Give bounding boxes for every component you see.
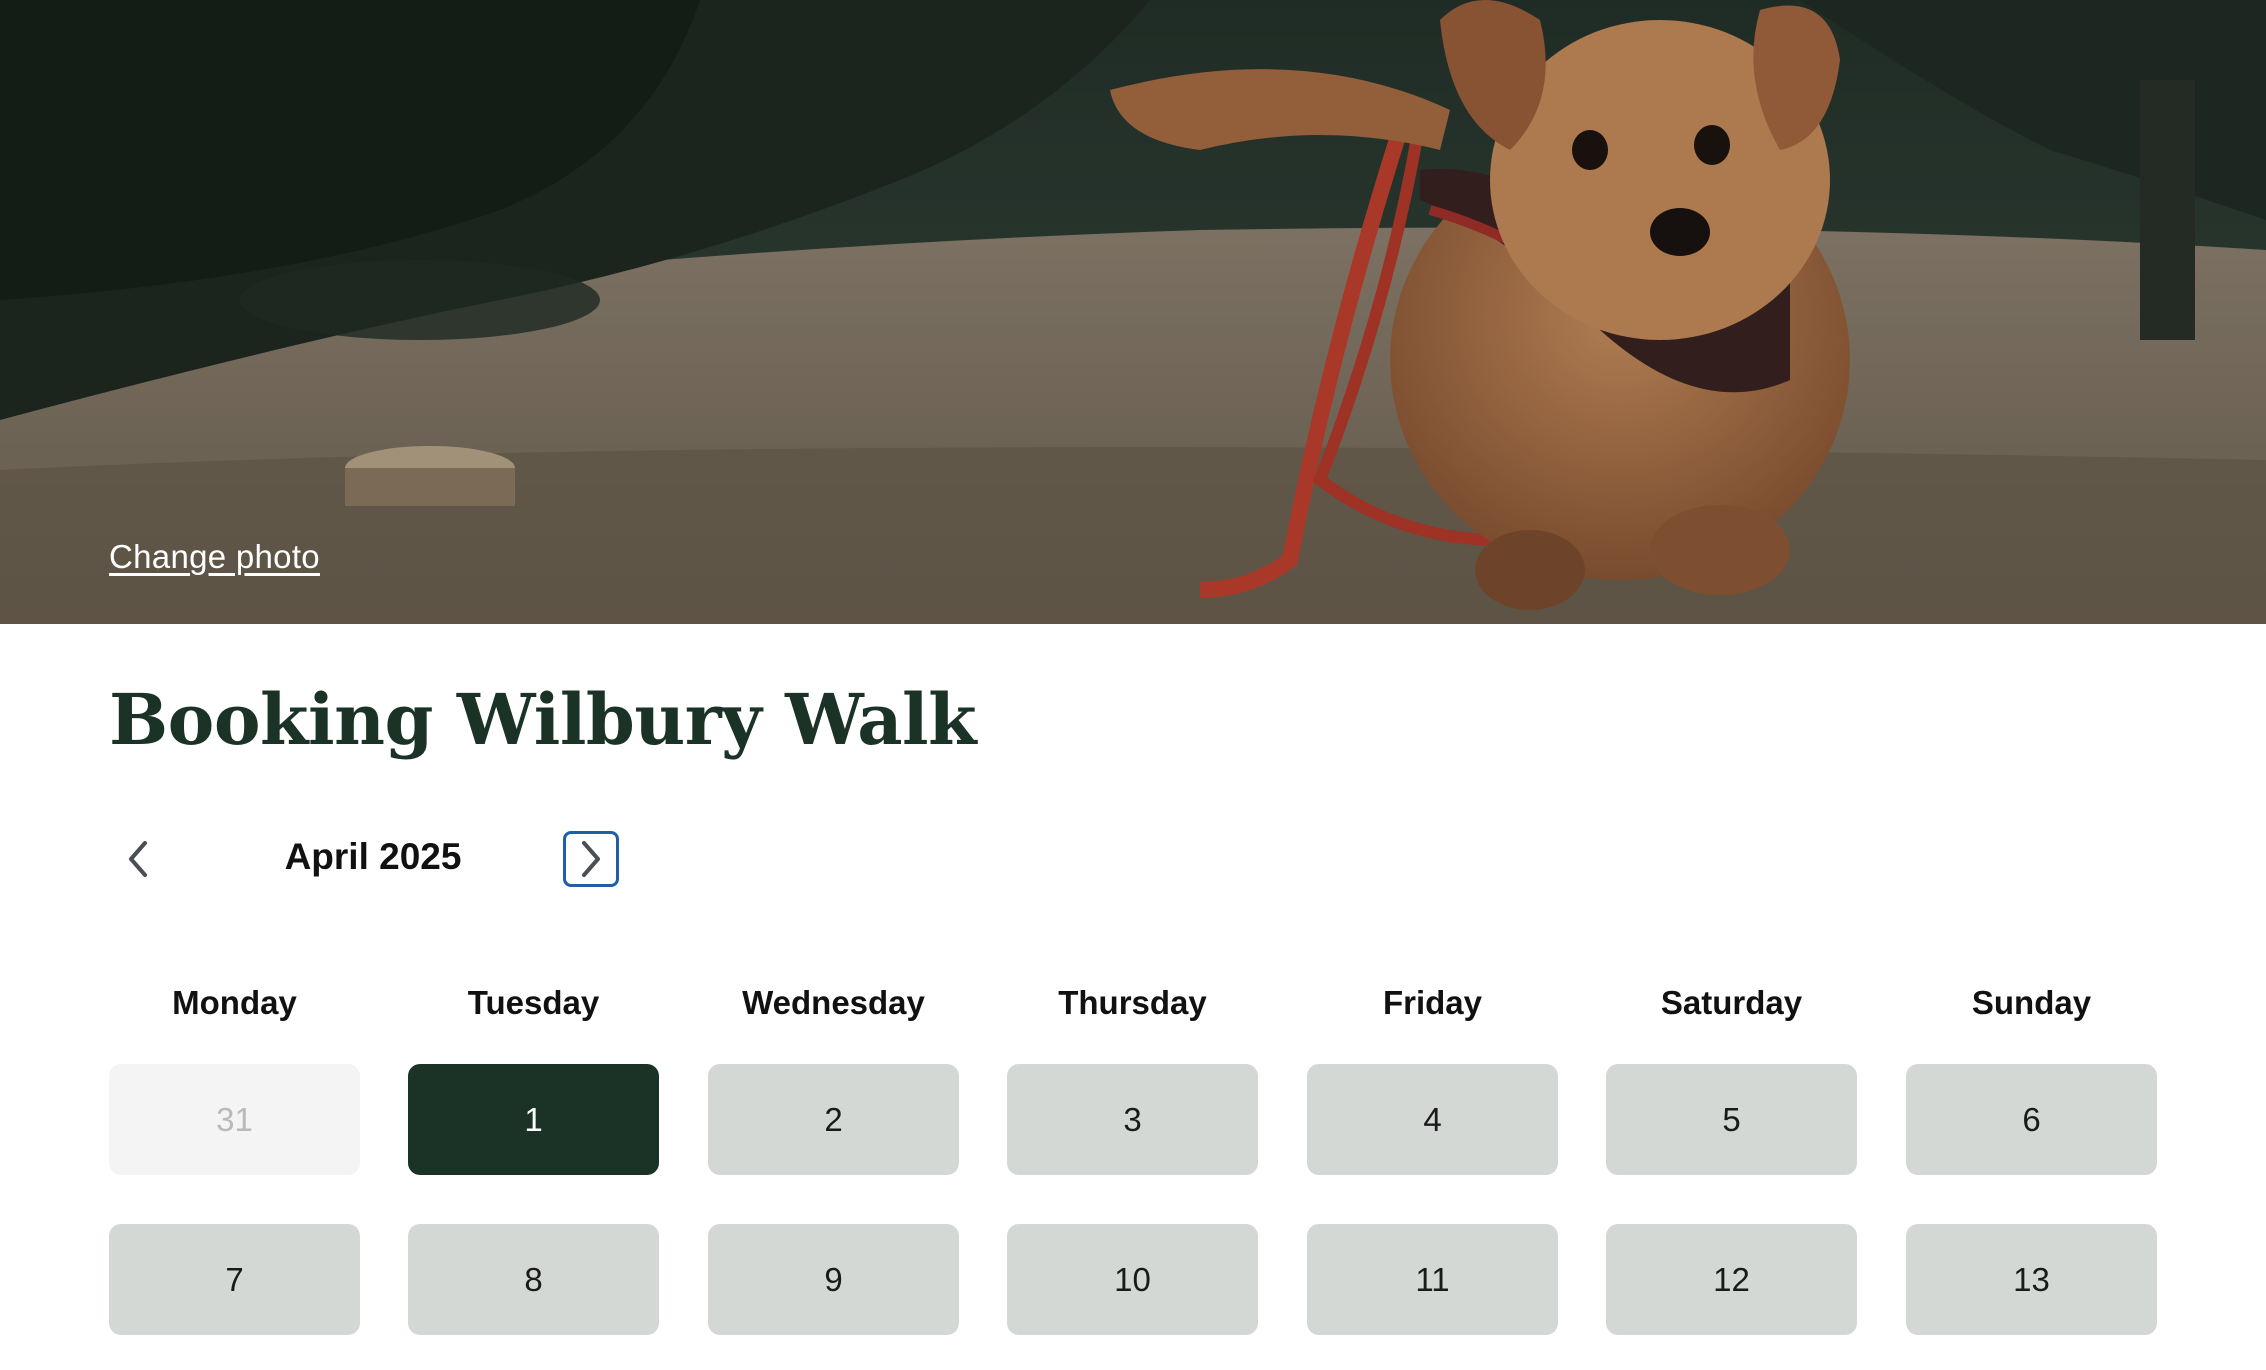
weekday-header-monday: Monday bbox=[172, 984, 297, 1021]
calendar-day[interactable]: 3 bbox=[1007, 1064, 1258, 1175]
calendar-day[interactable]: 5 bbox=[1606, 1064, 1857, 1175]
calendar-day[interactable]: 12 bbox=[1606, 1224, 1857, 1335]
calendar-day-selected[interactable]: 1 bbox=[408, 1064, 659, 1175]
next-month-button[interactable] bbox=[563, 831, 619, 887]
change-photo-link[interactable]: Change photo bbox=[109, 538, 320, 576]
calendar-day[interactable]: 13 bbox=[1906, 1224, 2157, 1335]
page-title: Booking Wilbury Walk bbox=[109, 678, 977, 761]
weekday-header-wednesday: Wednesday bbox=[742, 984, 925, 1021]
previous-month-button[interactable] bbox=[112, 832, 164, 886]
month-label: April 2025 bbox=[284, 836, 462, 877]
calendar-day[interactable]: 4 bbox=[1307, 1064, 1558, 1175]
calendar-day[interactable]: 2 bbox=[708, 1064, 959, 1175]
calendar-day[interactable]: 11 bbox=[1307, 1224, 1558, 1335]
hero-photo bbox=[0, 0, 2266, 624]
calendar-day[interactable]: 7 bbox=[109, 1224, 360, 1335]
calendar-day[interactable]: 10 bbox=[1007, 1224, 1258, 1335]
chevron-right-icon bbox=[582, 841, 600, 877]
weekday-header-tuesday: Tuesday bbox=[467, 984, 600, 1021]
hero-banner: Change photo bbox=[0, 0, 2266, 624]
calendar-day[interactable]: 9 bbox=[708, 1224, 959, 1335]
chevron-left-icon bbox=[129, 841, 147, 877]
weekday-header-saturday: Saturday bbox=[1660, 984, 1803, 1021]
weekday-header-thursday: Thursday bbox=[1058, 984, 1207, 1021]
weekday-header-friday: Friday bbox=[1382, 984, 1483, 1021]
weekday-header-sunday: Sunday bbox=[1971, 984, 2092, 1021]
calendar-day[interactable]: 8 bbox=[408, 1224, 659, 1335]
calendar-day[interactable]: 6 bbox=[1906, 1064, 2157, 1175]
calendar-day-outside-month: 31 bbox=[109, 1064, 360, 1175]
